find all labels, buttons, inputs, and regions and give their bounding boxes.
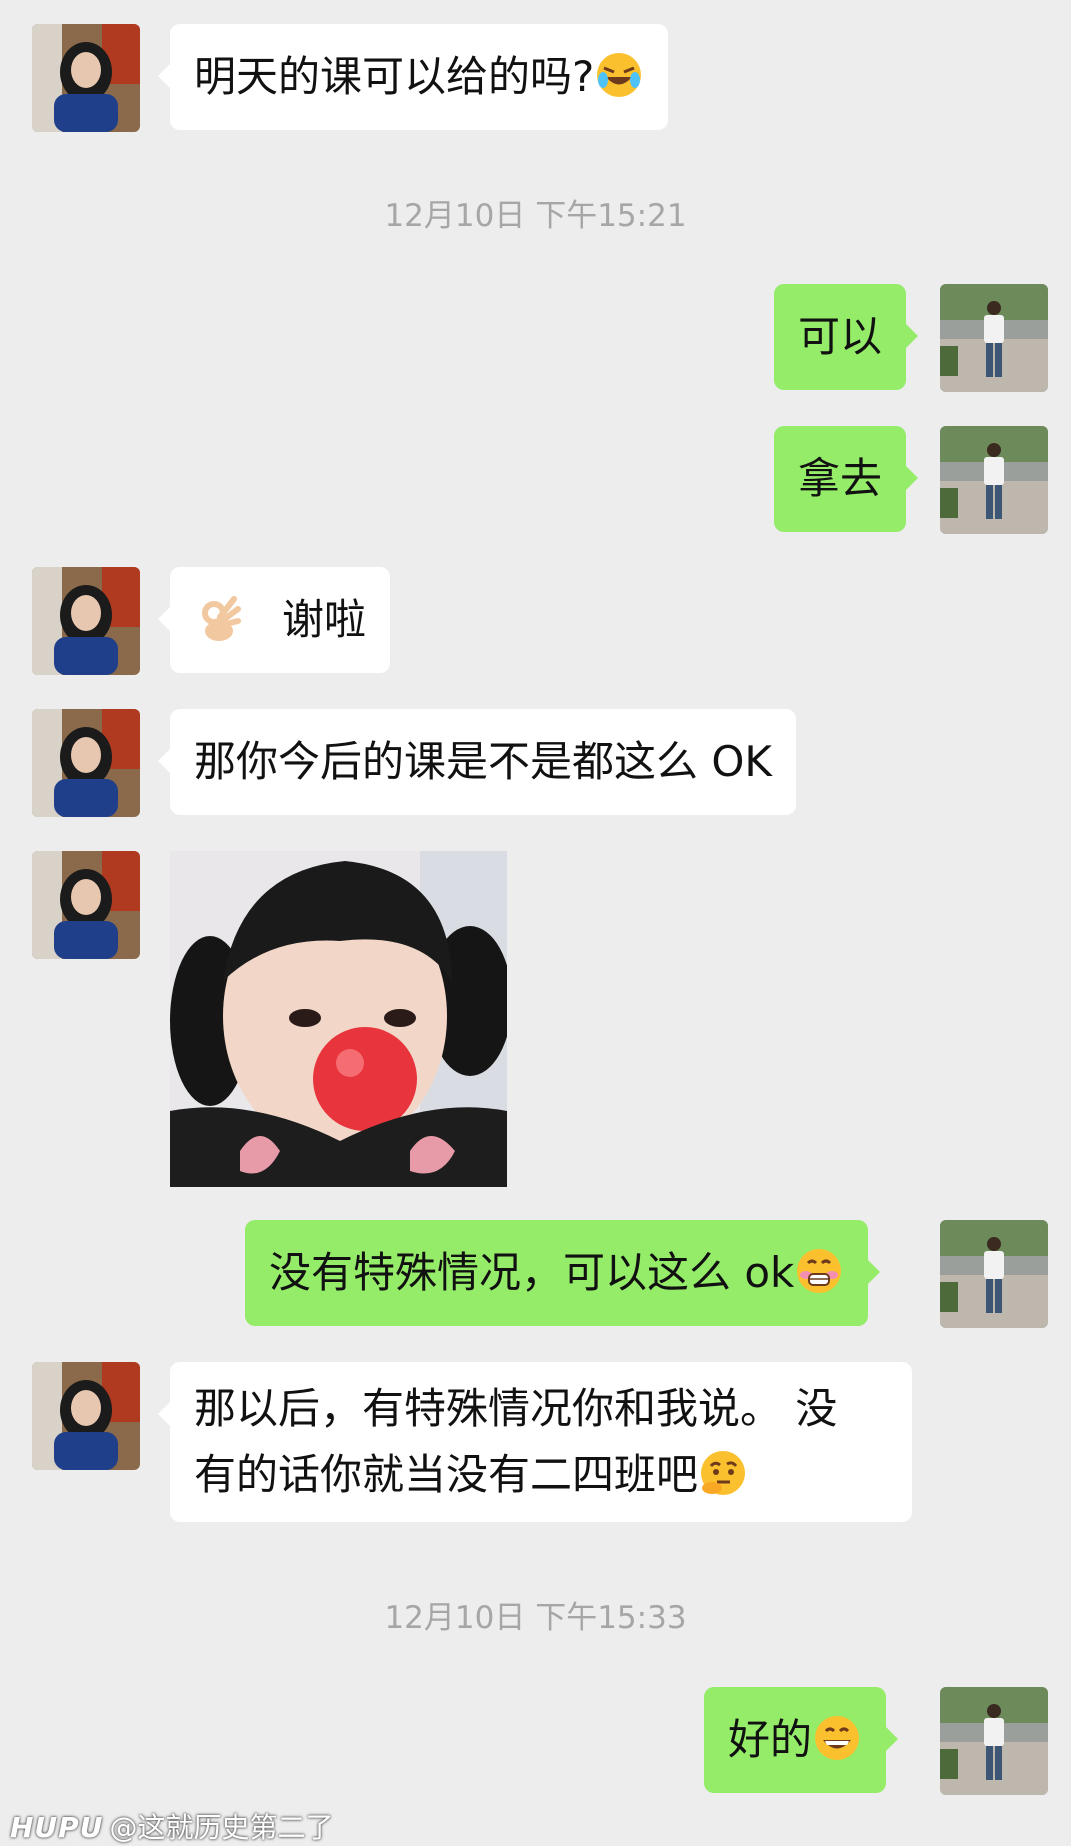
watermark-brand: HUPU [10, 1811, 104, 1844]
grinning-blush-emoji-icon [794, 1246, 844, 1296]
outgoing-message[interactable]: 没有特殊情况，可以这么 ok [245, 1220, 881, 1326]
message-text: 好的 [728, 1715, 813, 1764]
message-text: 谢啦 [282, 595, 367, 644]
contact-avatar[interactable] [32, 709, 140, 817]
incoming-message[interactable]: 那以后，有特殊情况你和我说。 没 有的话你就当没有二四班吧 [158, 1362, 912, 1522]
outgoing-message[interactable]: 可以 [774, 284, 919, 390]
outgoing-message[interactable]: 拿去 [774, 426, 919, 532]
timestamp: 12月10日 下午15:21 [384, 198, 687, 234]
watermark-text: @这就历史第二了 [109, 1811, 334, 1844]
watermark: HUPU @这就历史第二了 [10, 1806, 333, 1846]
sticker-image[interactable] [170, 851, 512, 1187]
grin-emoji-icon [812, 1713, 862, 1763]
my-avatar[interactable] [940, 426, 1048, 534]
ok-hand-emoji-icon [194, 593, 244, 643]
my-avatar[interactable] [940, 284, 1048, 392]
timestamp: 12月10日 下午15:33 [384, 1600, 687, 1636]
message-text: 明天的课可以给的吗? [194, 52, 595, 101]
contact-avatar[interactable] [32, 1362, 140, 1470]
incoming-message[interactable]: 那你今后的课是不是都这么 OK [158, 709, 796, 815]
outgoing-message[interactable]: 好的 [704, 1687, 899, 1793]
message-text-line-1: 那以后，有特殊情况你和我说。 没 [194, 1384, 838, 1433]
my-avatar[interactable] [940, 1687, 1048, 1795]
message-text: 那你今后的课是不是都这么 OK [194, 737, 772, 786]
message-text: 拿去 [798, 454, 883, 503]
thinking-emoji-icon [698, 1448, 748, 1498]
contact-avatar[interactable] [32, 24, 140, 132]
incoming-message[interactable]: 谢啦 [157, 567, 391, 673]
laughing-crying-emoji-icon [594, 50, 644, 100]
contact-avatar[interactable] [32, 851, 140, 959]
incoming-message[interactable]: 明天的课可以给的吗? [157, 24, 669, 130]
my-avatar[interactable] [940, 1220, 1048, 1328]
contact-avatar[interactable] [32, 567, 140, 675]
message-text-line-2: 有的话你就当没有二四班吧 [194, 1450, 699, 1499]
message-text: 可以 [798, 312, 883, 361]
message-text: 没有特殊情况，可以这么 ok [269, 1248, 795, 1297]
